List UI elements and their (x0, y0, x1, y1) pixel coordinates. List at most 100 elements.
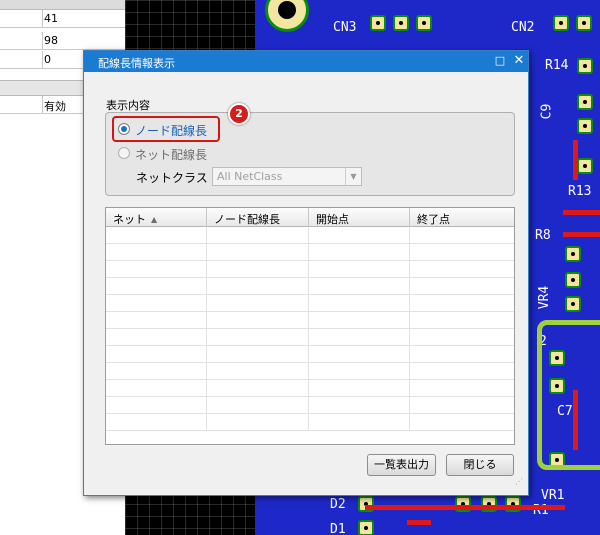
radio-node-wire-length[interactable]: ノード配線長 (118, 122, 218, 138)
table-row[interactable] (106, 312, 514, 329)
table-cell[interactable] (207, 244, 309, 261)
wire-length-table[interactable]: ネット ▲ ノード配線長 開始点 終了点 (105, 207, 515, 445)
table-cell[interactable] (207, 261, 309, 278)
table-cell[interactable] (309, 227, 410, 244)
property-value: 有効 (44, 100, 66, 113)
chevron-down-icon[interactable]: ▼ (345, 168, 361, 185)
table-row[interactable] (106, 295, 514, 312)
close-icon[interactable]: ✕ (512, 54, 526, 68)
pcb-trace (537, 320, 600, 470)
table-cell[interactable] (410, 295, 514, 312)
silk-label-vr1: VR1 (541, 488, 565, 503)
silk-label-d1: D1 (330, 522, 346, 535)
property-row[interactable]: 41 (0, 10, 125, 28)
pcb-pad (370, 15, 386, 31)
export-list-button[interactable]: 一覧表出力 (367, 454, 436, 476)
pcb-trace (573, 140, 578, 180)
table-cell[interactable] (106, 278, 207, 295)
table-cell[interactable] (207, 414, 309, 431)
table-row[interactable] (106, 278, 514, 295)
table-cell[interactable] (309, 346, 410, 363)
property-value: 0 (44, 53, 51, 66)
table-cell[interactable] (309, 278, 410, 295)
radio-unchecked-icon[interactable] (118, 147, 130, 159)
table-row[interactable] (106, 346, 514, 363)
column-header-node-length[interactable]: ノード配線長 (207, 208, 309, 227)
table-cell[interactable] (410, 329, 514, 346)
display-content-label: 表示内容 (106, 99, 150, 112)
pcb-trace (563, 232, 600, 237)
table-row[interactable] (106, 261, 514, 278)
table-row[interactable] (106, 227, 514, 244)
table-cell[interactable] (410, 397, 514, 414)
silk-label-cn3: CN3 (333, 20, 357, 35)
table-row[interactable] (106, 244, 514, 261)
maximize-icon[interactable]: □ (494, 55, 506, 67)
table-cell[interactable] (309, 363, 410, 380)
table-cell[interactable] (309, 397, 410, 414)
pcb-trace (407, 520, 431, 525)
pcb-pad (565, 246, 581, 262)
pcb-trace (365, 505, 565, 510)
table-cell[interactable] (207, 363, 309, 380)
table-cell[interactable] (410, 414, 514, 431)
table-cell[interactable] (309, 261, 410, 278)
table-cell[interactable] (410, 278, 514, 295)
table-cell[interactable] (106, 363, 207, 380)
property-row[interactable]: 98 (0, 32, 125, 50)
pcb-pad (565, 272, 581, 288)
silk-label-c9: C9 (539, 103, 555, 120)
table-cell[interactable] (410, 244, 514, 261)
column-header-net[interactable]: ネット ▲ (106, 208, 207, 227)
table-row[interactable] (106, 329, 514, 346)
table-cell[interactable] (309, 380, 410, 397)
table-cell[interactable] (106, 261, 207, 278)
table-cell[interactable] (207, 380, 309, 397)
table-cell[interactable] (410, 380, 514, 397)
netclass-select[interactable]: All NetClass ▼ (212, 167, 362, 186)
table-cell[interactable] (207, 329, 309, 346)
table-cell[interactable] (309, 312, 410, 329)
table-cell[interactable] (207, 295, 309, 312)
table-row[interactable] (106, 397, 514, 414)
table-cell[interactable] (410, 227, 514, 244)
table-row[interactable] (106, 414, 514, 431)
table-cell[interactable] (106, 397, 207, 414)
table-cell[interactable] (106, 346, 207, 363)
table-cell[interactable] (410, 312, 514, 329)
table-cell[interactable] (410, 363, 514, 380)
table-cell[interactable] (106, 380, 207, 397)
pcb-pad (577, 58, 593, 74)
table-cell[interactable] (106, 329, 207, 346)
resize-grip-icon[interactable]: ⋰ (515, 478, 525, 489)
table-cell[interactable] (106, 414, 207, 431)
table-cell[interactable] (410, 261, 514, 278)
radio-checked-icon[interactable] (118, 123, 130, 135)
table-row[interactable] (106, 363, 514, 380)
display-content-group: 2 ノード配線長 ネット配線長 ネットクラス All NetClass ▼ (105, 103, 515, 196)
table-cell[interactable] (106, 244, 207, 261)
column-header-end-point[interactable]: 終了点 (410, 208, 514, 227)
silk-label-vr4: VR4 (537, 285, 553, 310)
table-cell[interactable] (207, 397, 309, 414)
table-cell[interactable] (207, 346, 309, 363)
pcb-pad (577, 118, 593, 134)
table-cell[interactable] (106, 227, 207, 244)
table-cell[interactable] (309, 244, 410, 261)
dialog-body: 表示内容 2 ノード配線長 ネット配線長 ネットクラス All NetClass… (85, 73, 527, 495)
table-cell[interactable] (309, 329, 410, 346)
table-cell[interactable] (207, 312, 309, 329)
table-cell[interactable] (207, 278, 309, 295)
table-row[interactable] (106, 380, 514, 397)
column-header-start-point[interactable]: 開始点 (309, 208, 410, 227)
table-cell[interactable] (309, 295, 410, 312)
table-cell[interactable] (106, 295, 207, 312)
table-cell[interactable] (309, 414, 410, 431)
dialog-titlebar[interactable]: 配線長情報表示 □ ✕ (84, 51, 528, 72)
close-button[interactable]: 閉じる (446, 454, 514, 476)
table-cell[interactable] (106, 312, 207, 329)
radio-net-wire-length[interactable]: ネット配線長 (118, 146, 218, 162)
silk-label-d2: D2 (330, 497, 346, 512)
table-cell[interactable] (207, 227, 309, 244)
table-cell[interactable] (410, 346, 514, 363)
